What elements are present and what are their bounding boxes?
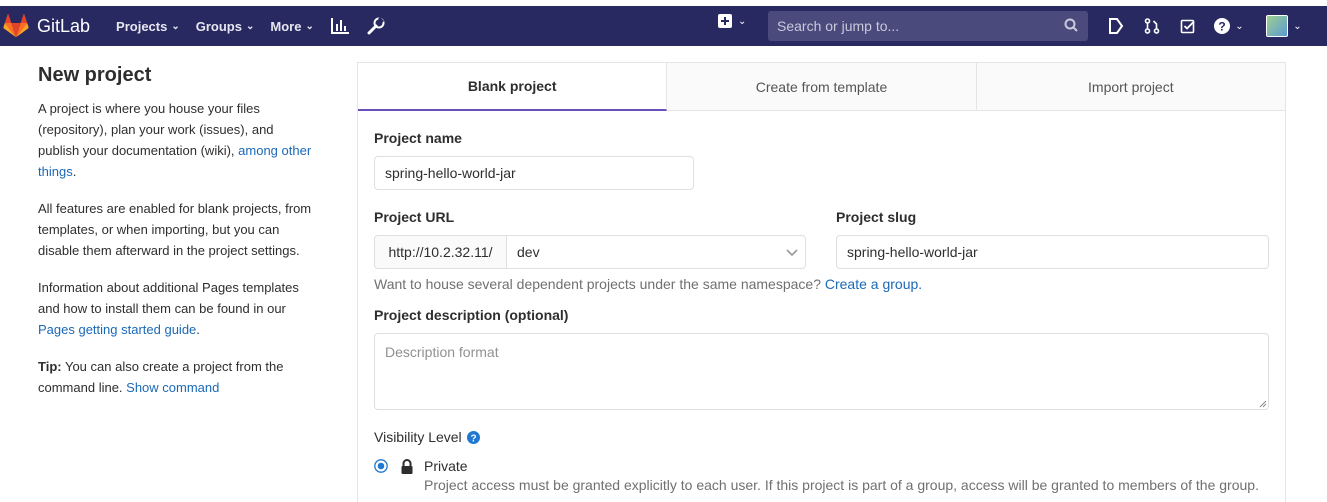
search-placeholder: Search or jump to... xyxy=(777,18,900,34)
navbar: GitLab Projects ⌄ Groups ⌄ More ⌄ ⌄ Search … xyxy=(0,6,1327,46)
search-icon xyxy=(1064,18,1078,32)
chevron-down-icon: ⌄ xyxy=(738,15,747,27)
visibility-label: Visibility Level xyxy=(374,429,462,445)
nav-groups-label: Groups xyxy=(195,18,242,34)
project-name-input[interactable]: spring-hello-world-jar xyxy=(374,156,694,190)
nav-more[interactable]: More ⌄ xyxy=(262,6,321,46)
namespace-select[interactable]: dev xyxy=(506,235,806,269)
namespace-help-text: Want to house several dependent projects… xyxy=(374,276,825,292)
help-icon: ? xyxy=(1214,18,1231,34)
project-slug-input[interactable]: spring-hello-world-jar xyxy=(836,235,1269,269)
pages-guide-link[interactable]: Pages getting started guide xyxy=(38,322,196,337)
sidebar-paragraph-3: Information about additional Pages templ… xyxy=(38,277,318,340)
resize-handle-icon[interactable] xyxy=(1257,398,1267,408)
brand-name: GitLab xyxy=(37,15,91,36)
nav-projects-label: Projects xyxy=(116,18,168,34)
gitlab-tanuki-icon xyxy=(3,14,29,38)
sidebar-paragraph-1: A project is where you house your files … xyxy=(38,98,318,182)
url-prefix: http://10.2.32.11/ xyxy=(374,235,507,269)
project-url-label: Project URL xyxy=(374,209,455,225)
chevron-down-icon: ⌄ xyxy=(1293,20,1302,32)
plus-square-icon xyxy=(718,14,732,28)
tab-create-from-template[interactable]: Create from template xyxy=(667,63,977,110)
show-command-link[interactable]: Show command xyxy=(126,380,219,395)
search-input[interactable]: Search or jump to... xyxy=(768,11,1088,41)
merge-request-icon[interactable] xyxy=(1134,6,1170,46)
namespace-help: Want to house several dependent projects… xyxy=(374,276,922,292)
chevron-down-icon: ⌄ xyxy=(305,20,314,32)
tip-label: Tip: xyxy=(38,359,62,374)
visibility-private-option[interactable]: Private xyxy=(374,458,468,474)
paragraph-text: Information about additional Pages templ… xyxy=(38,280,299,316)
avatar xyxy=(1266,15,1289,37)
project-tabs: Blank project Create from template Impor… xyxy=(358,63,1285,111)
checklist-icon[interactable] xyxy=(1170,6,1206,46)
project-description-label: Project description (optional) xyxy=(374,307,569,323)
paragraph-end: . xyxy=(196,322,200,337)
private-radio[interactable] xyxy=(374,459,388,473)
chevron-down-icon: ⌄ xyxy=(1235,20,1244,32)
chart-bar-icon[interactable] xyxy=(322,6,358,46)
nav-projects[interactable]: Projects ⌄ xyxy=(108,6,188,46)
tab-blank-project[interactable]: Blank project xyxy=(358,63,668,111)
sidebar-paragraph-2: All features are enabled for blank proje… xyxy=(38,201,312,258)
chevron-down-icon xyxy=(786,249,798,257)
svg-text:?: ? xyxy=(470,433,476,444)
sidebar-tip: Tip: You can also create a project from … xyxy=(38,356,318,398)
paragraph-end: . xyxy=(72,164,77,179)
chevron-down-icon: ⌄ xyxy=(245,20,255,32)
chevron-down-icon: ⌄ xyxy=(171,20,180,32)
visibility-heading: Visibility Level ? xyxy=(374,429,480,445)
nav-more-label: More xyxy=(270,18,302,34)
project-description-textarea[interactable]: Description format xyxy=(374,333,1269,410)
private-help: Project access must be granted explicitl… xyxy=(424,477,1259,493)
tab-import-project[interactable]: Import project xyxy=(977,63,1285,110)
gitlab-logo[interactable]: GitLab xyxy=(3,6,90,46)
wrench-icon[interactable] xyxy=(358,6,394,46)
svg-text:?: ? xyxy=(1219,20,1226,34)
lock-icon xyxy=(401,458,413,474)
page-title: New project xyxy=(38,64,152,86)
question-circle-icon[interactable]: ? xyxy=(466,430,480,444)
help-dropdown[interactable]: ? ⌄ xyxy=(1206,6,1252,46)
new-dropdown[interactable]: ⌄ xyxy=(718,14,746,28)
create-group-link[interactable]: Create a group. xyxy=(825,276,922,292)
new-project-panel: Blank project Create from template Impor… xyxy=(357,62,1286,502)
nav-groups[interactable]: Groups ⌄ xyxy=(188,6,263,46)
user-dropdown[interactable]: ⌄ xyxy=(1260,6,1308,46)
todo-icon[interactable] xyxy=(1098,6,1134,46)
project-slug-label: Project slug xyxy=(836,209,917,225)
project-name-label: Project name xyxy=(374,130,462,146)
sidebar-info: New project A project is where you house… xyxy=(38,60,318,414)
namespace-value: dev xyxy=(517,244,540,260)
private-label: Private xyxy=(424,458,468,474)
